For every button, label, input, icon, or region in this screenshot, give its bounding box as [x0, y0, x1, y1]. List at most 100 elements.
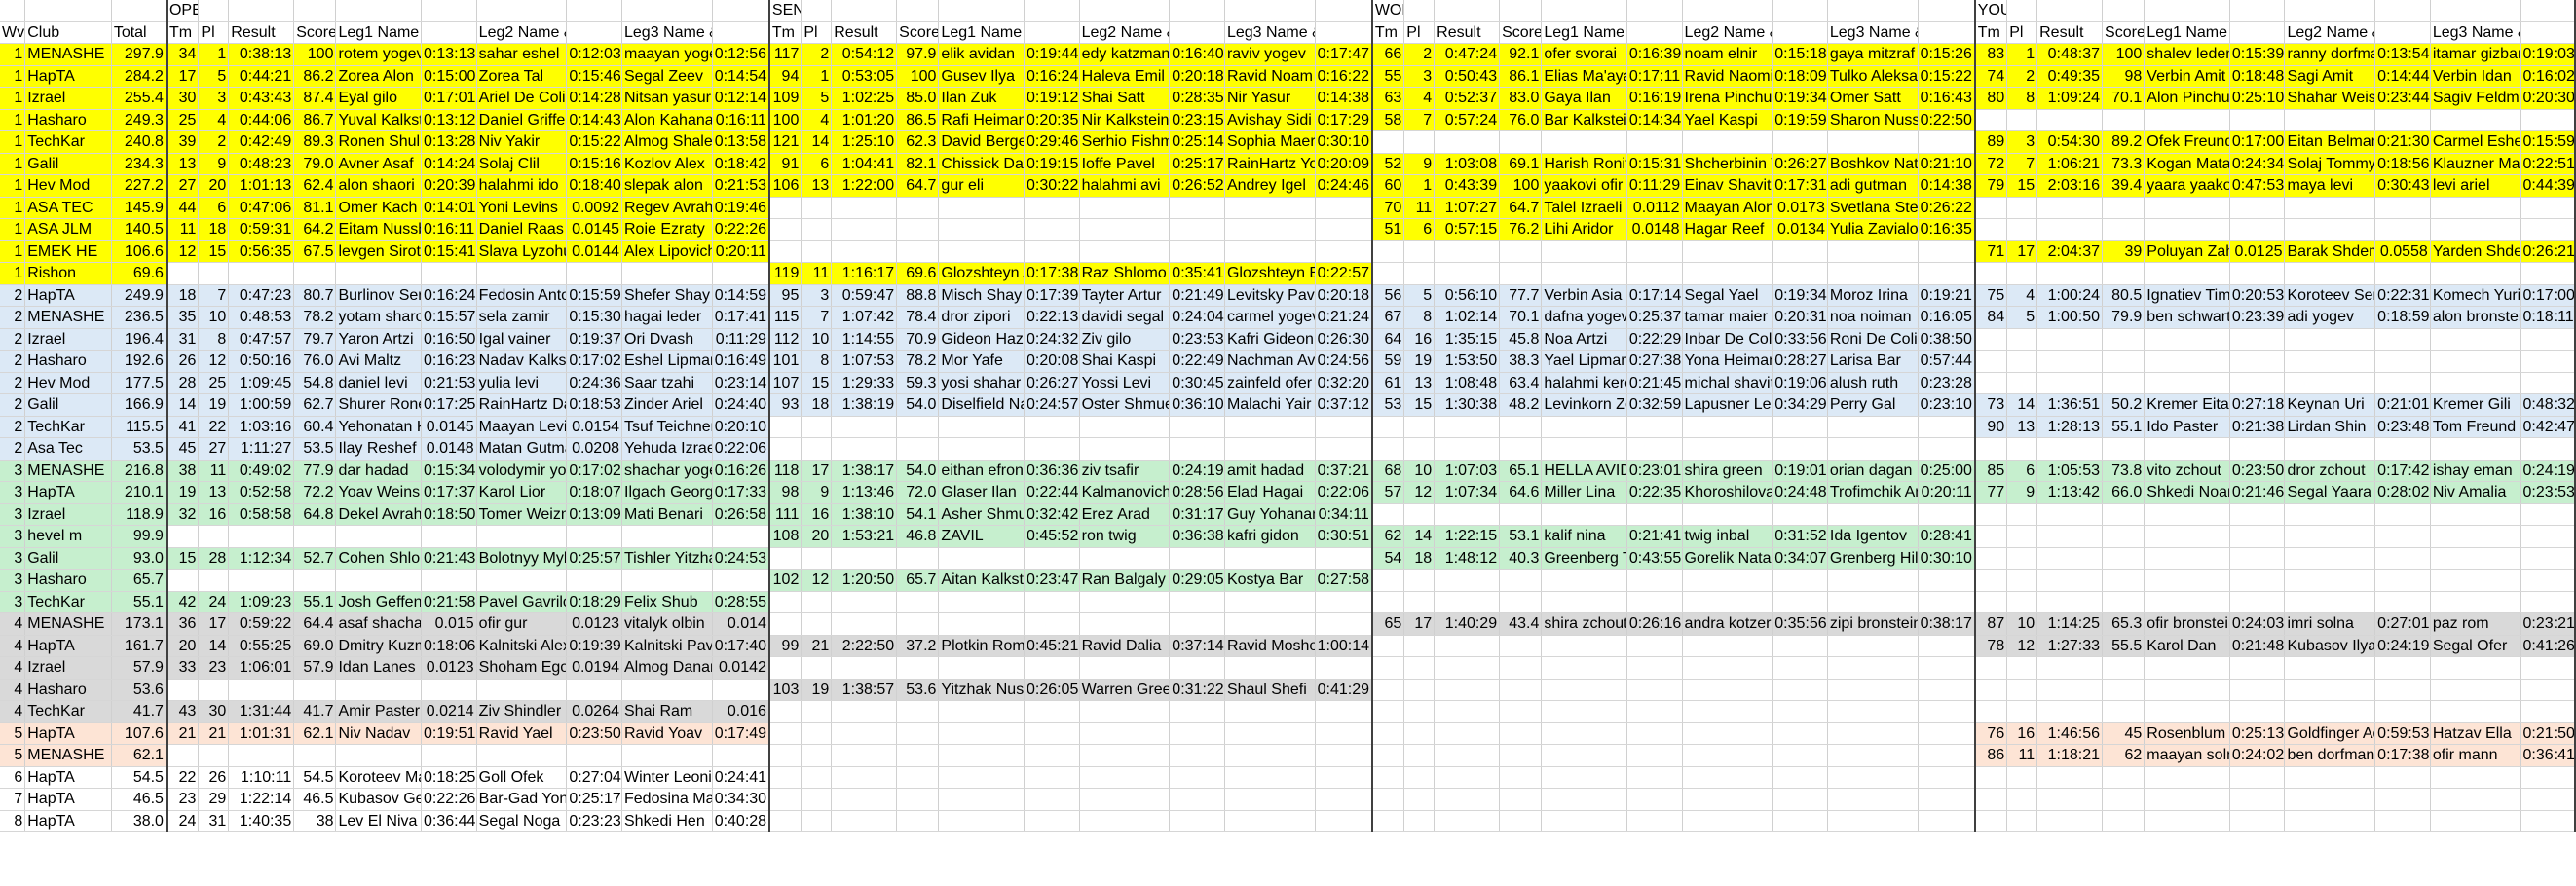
seniors-cell[interactable]: 0:24:46 — [1315, 174, 1373, 198]
women-cell[interactable] — [1371, 810, 1405, 832]
women-cell[interactable]: Tulko Aleksa — [1827, 65, 1919, 88]
seniors-cell[interactable]: 0:27:58 — [1315, 569, 1373, 592]
women-cell[interactable] — [1827, 722, 1919, 745]
youth-cell[interactable]: 7 — [2006, 153, 2038, 175]
seniors-cell[interactable] — [1079, 547, 1171, 570]
seniors-cell[interactable] — [768, 810, 803, 832]
seniors-cell[interactable]: 99 — [768, 635, 803, 657]
youth-cell[interactable] — [2374, 328, 2431, 351]
header-blank-cell[interactable] — [712, 0, 770, 22]
open-cell[interactable]: 64.4 — [293, 612, 337, 636]
seniors-cell[interactable]: 1:16:17 — [831, 262, 898, 285]
wave-cell[interactable]: 2 — [0, 350, 26, 373]
women-cell[interactable] — [1772, 744, 1828, 767]
youth-cell[interactable] — [1974, 328, 2008, 351]
seniors-cell[interactable]: 0:29:46 — [1024, 130, 1080, 154]
open-cell[interactable]: Igal vainer — [476, 328, 568, 351]
seniors-cell[interactable]: 0:17:29 — [1315, 109, 1373, 131]
open-cell[interactable]: 69.0 — [293, 635, 337, 657]
open-cell[interactable]: 76.0 — [293, 350, 337, 373]
wave-cell[interactable]: 1 — [0, 130, 26, 154]
women-cell[interactable]: 14 — [1403, 525, 1436, 548]
club-cell[interactable]: MENASHE — [24, 612, 112, 636]
youth-cell[interactable]: itamar gizbar — [2430, 43, 2521, 66]
wave-cell[interactable]: 1 — [0, 43, 26, 66]
women-cell[interactable] — [1403, 635, 1436, 657]
youth-cell[interactable]: 0:16:02 — [2520, 65, 2576, 88]
women-cell[interactable] — [1434, 240, 1501, 263]
club-cell[interactable]: Galil — [24, 393, 112, 417]
youth-cell[interactable] — [1974, 547, 2008, 570]
open-cell[interactable]: Tishler Yitzhak — [621, 547, 713, 570]
open-cell[interactable]: 1 — [198, 43, 230, 66]
seniors-cell[interactable] — [1169, 810, 1225, 832]
youth-cell[interactable] — [2374, 109, 2431, 131]
open-cell[interactable]: 15 — [198, 240, 230, 263]
open-cell[interactable]: 0:17:49 — [712, 722, 770, 745]
open-cell[interactable]: Koroteev Mark — [335, 766, 423, 789]
open-cell[interactable]: Tomer Weizman — [476, 503, 568, 526]
total-cell[interactable]: 145.9 — [111, 197, 168, 219]
open-cell[interactable]: 0.0123 — [421, 656, 477, 680]
seniors-cell[interactable] — [1224, 744, 1316, 767]
youth-cell[interactable] — [2430, 591, 2521, 613]
women-cell[interactable] — [1434, 656, 1501, 680]
seniors-cell[interactable]: edy katzman — [1079, 43, 1171, 66]
seniors-cell[interactable]: 0:31:22 — [1169, 679, 1225, 701]
women-cell[interactable]: 0:26:27 — [1772, 153, 1828, 175]
open-cell[interactable]: 0:43:43 — [228, 87, 295, 110]
seniors-cell[interactable]: 54.0 — [896, 460, 940, 482]
open-cell[interactable] — [293, 262, 337, 285]
women-cell[interactable]: noa noiman — [1827, 306, 1919, 329]
women-cell[interactable]: 64.6 — [1499, 481, 1543, 504]
seniors-cell[interactable] — [1024, 656, 1080, 680]
youth-cell[interactable]: Alon Pinchuk — [2144, 87, 2230, 110]
open-cell[interactable]: Avner Asaf — [335, 153, 423, 175]
youth-cell[interactable] — [2374, 437, 2431, 461]
open-cell[interactable]: 21 — [198, 722, 230, 745]
column-header-seniors-7[interactable] — [1169, 21, 1225, 44]
women-cell[interactable]: Omer Satt — [1827, 87, 1919, 110]
seniors-cell[interactable]: 0:30:45 — [1169, 372, 1225, 394]
seniors-cell[interactable]: 0:17:39 — [1024, 284, 1080, 307]
seniors-cell[interactable] — [768, 766, 803, 789]
seniors-cell[interactable]: Mor Yafe — [938, 350, 1025, 373]
seniors-cell[interactable] — [1315, 744, 1373, 767]
youth-cell[interactable]: vito zchout — [2144, 460, 2230, 482]
women-cell[interactable]: 1:03:08 — [1434, 153, 1501, 175]
seniors-cell[interactable]: 15 — [801, 372, 833, 394]
women-cell[interactable]: 2 — [1403, 43, 1436, 66]
open-cell[interactable]: 0:50:16 — [228, 350, 295, 373]
seniors-cell[interactable]: 2:22:50 — [831, 635, 898, 657]
youth-cell[interactable] — [2284, 218, 2376, 241]
women-cell[interactable]: 0:11:29 — [1626, 174, 1683, 198]
open-cell[interactable]: Idan Lanes — [335, 656, 423, 680]
seniors-cell[interactable]: 0:14:38 — [1315, 87, 1373, 110]
women-cell[interactable] — [1682, 722, 1773, 745]
seniors-cell[interactable] — [768, 197, 803, 219]
column-header-women-4[interactable]: Leg1 Name & Res — [1541, 21, 1627, 44]
youth-cell[interactable] — [2520, 525, 2576, 548]
open-cell[interactable]: 0:24:40 — [712, 393, 770, 417]
women-cell[interactable]: 68 — [1371, 460, 1405, 482]
open-cell[interactable]: 10 — [198, 306, 230, 329]
open-cell[interactable]: 0:13:13 — [421, 43, 477, 66]
seniors-cell[interactable]: 0:20:18 — [1169, 65, 1225, 88]
club-cell[interactable]: MENASHE — [24, 460, 112, 482]
youth-cell[interactable] — [2374, 218, 2431, 241]
club-cell[interactable]: HapTA — [24, 810, 112, 832]
total-cell[interactable]: 249.9 — [111, 284, 168, 307]
seniors-cell[interactable] — [1315, 197, 1373, 219]
women-cell[interactable]: 67 — [1371, 306, 1405, 329]
open-cell[interactable]: 22 — [198, 416, 230, 438]
section-title-women[interactable]: WOMEN — [1371, 0, 1405, 22]
open-cell[interactable]: 27 — [166, 174, 200, 198]
seniors-cell[interactable] — [768, 416, 803, 438]
section-title-youth[interactable]: YOUTH — [1974, 0, 2008, 22]
open-cell[interactable]: 14 — [198, 635, 230, 657]
women-cell[interactable]: 1:40:29 — [1434, 612, 1501, 636]
seniors-cell[interactable]: Kostya Bar — [1224, 569, 1316, 592]
open-cell[interactable]: 0:15:41 — [421, 240, 477, 263]
open-cell[interactable]: 0:15:46 — [566, 65, 622, 88]
women-cell[interactable] — [1403, 656, 1436, 680]
